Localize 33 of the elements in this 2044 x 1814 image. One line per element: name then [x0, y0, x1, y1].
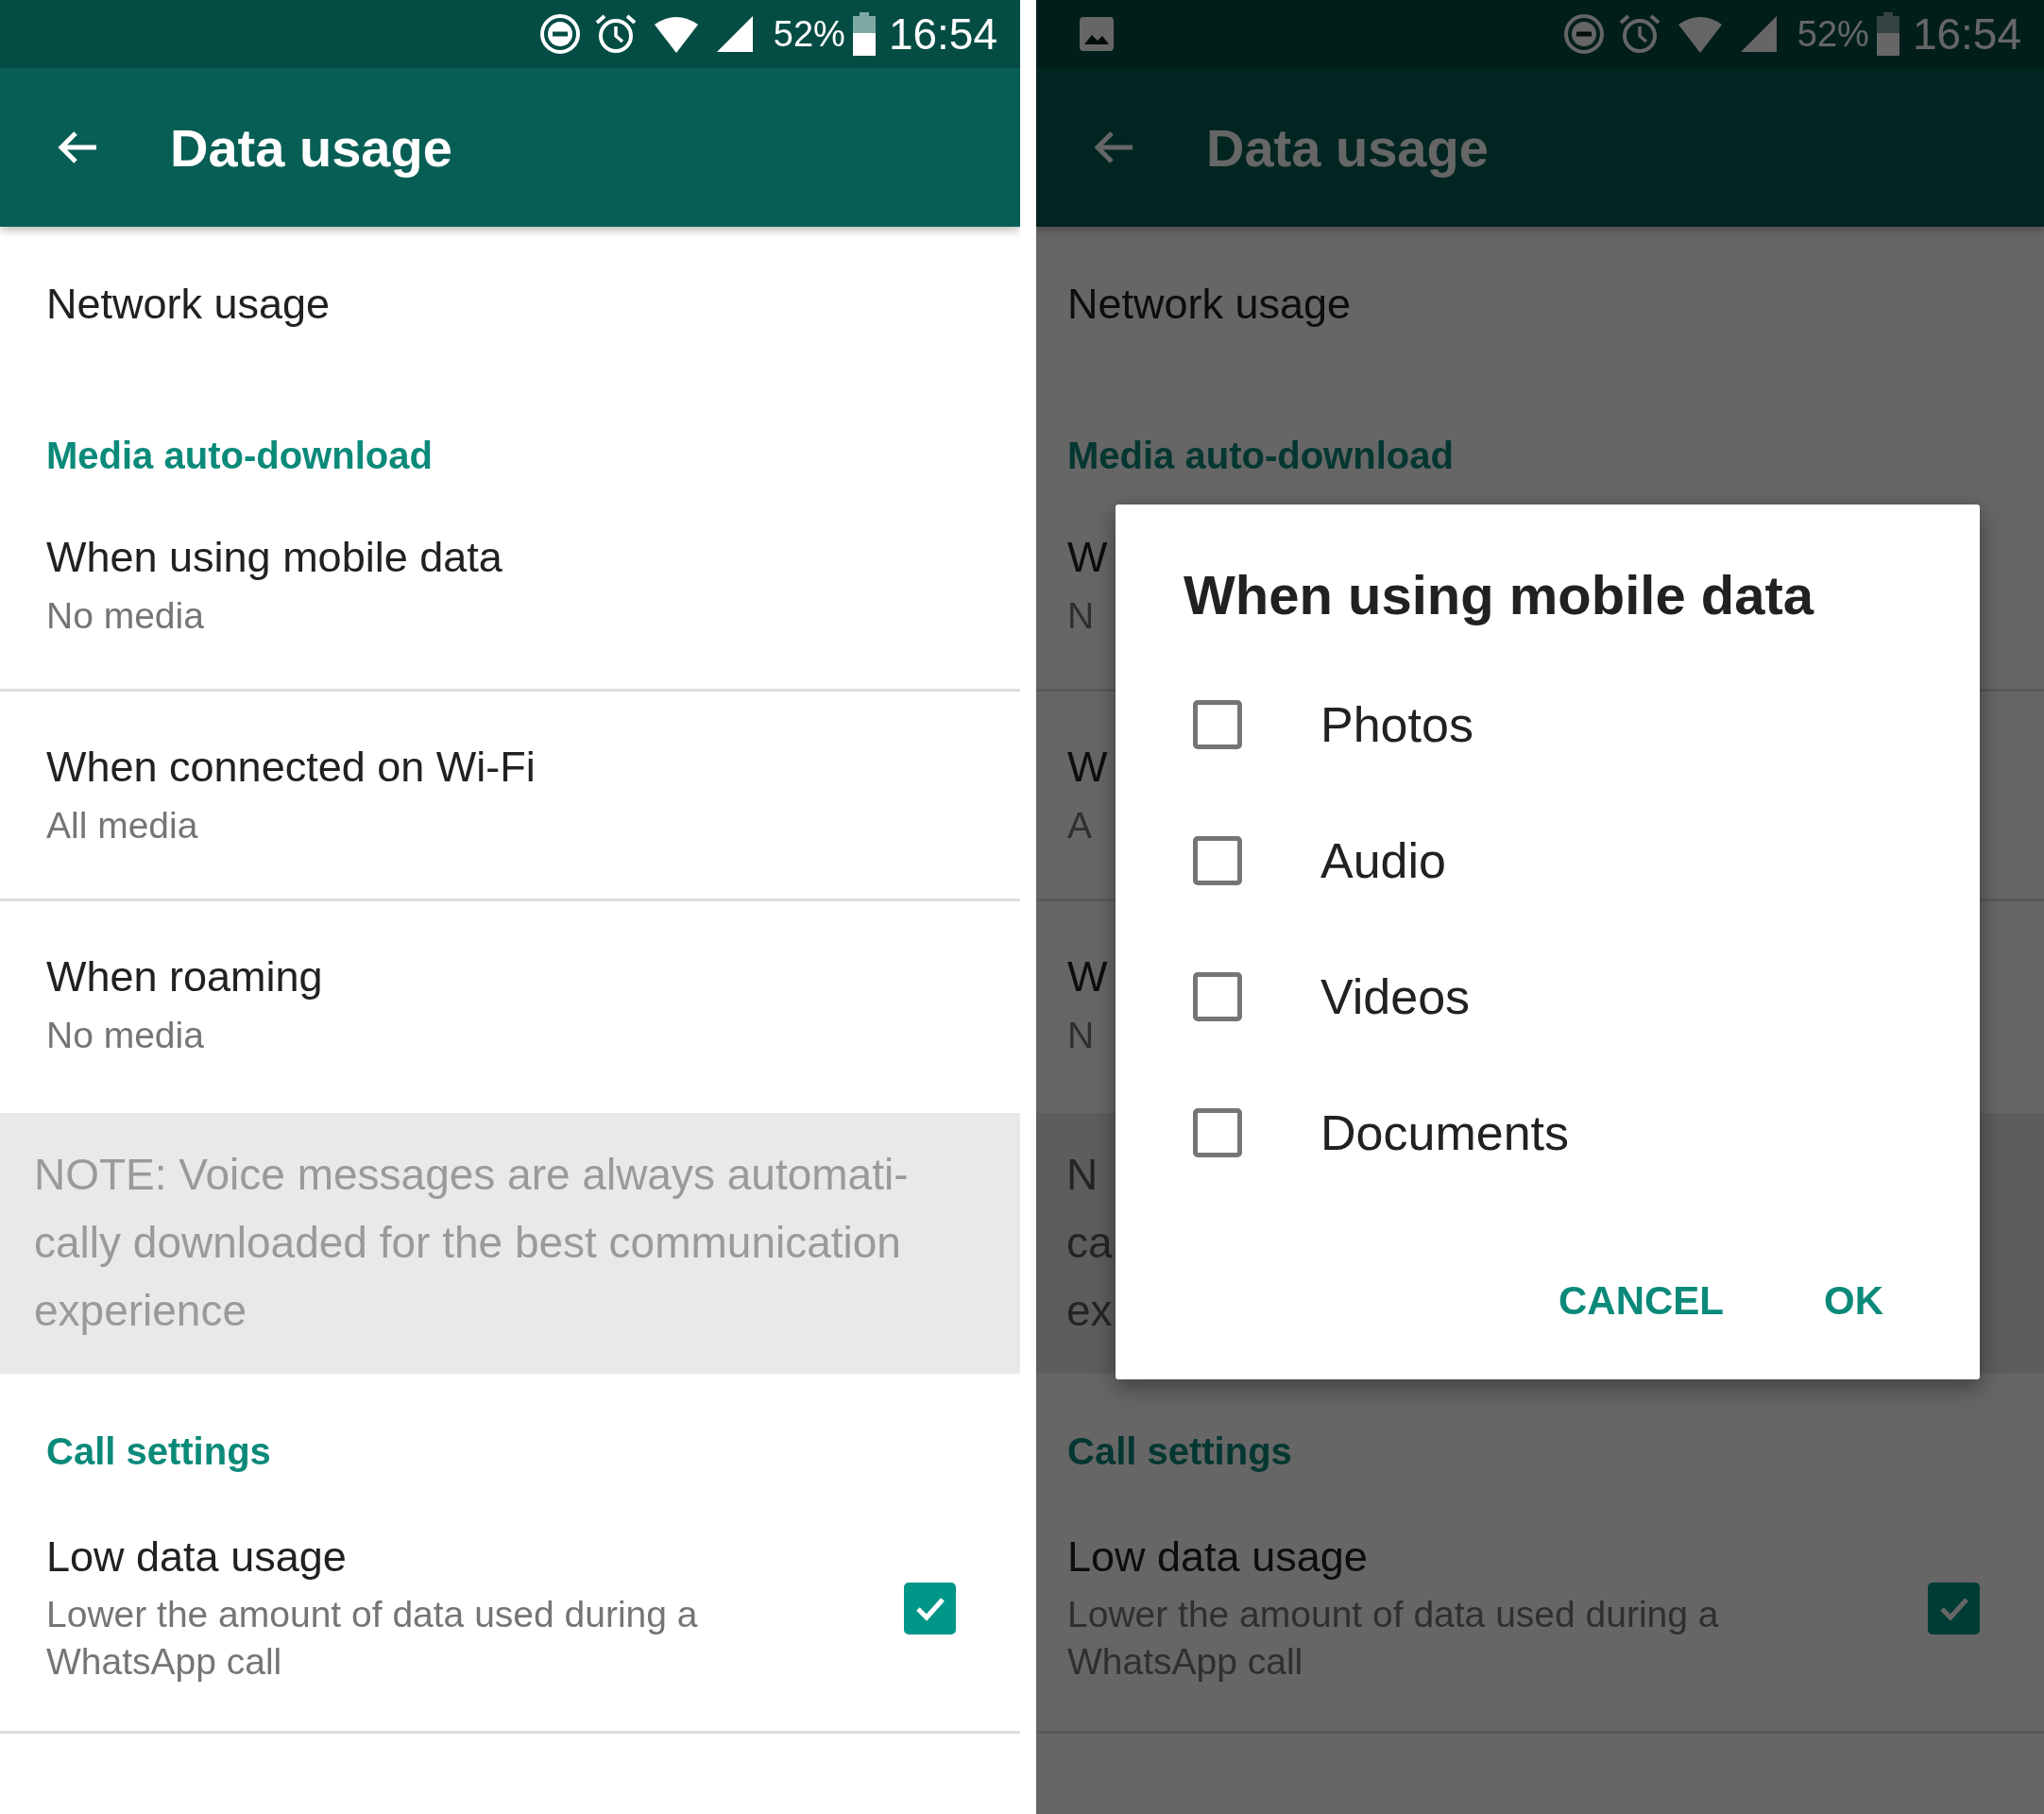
alarm-icon	[1617, 12, 1661, 56]
battery-icon	[1876, 12, 1899, 56]
checkbox-option[interactable]: Audio	[1184, 793, 1902, 929]
settings-item[interactable]: When roaming No media	[0, 901, 1020, 1108]
checkbox-option[interactable]: Videos	[1184, 929, 1902, 1065]
settings-item[interactable]: Low data usage Lower the amount of data used during a WhatsApp call	[0, 1487, 1020, 1734]
battery-icon	[852, 12, 876, 56]
note-text: N ca ex	[1066, 1149, 1113, 1337]
checkbox[interactable]	[1928, 1582, 1980, 1634]
screen-title: Data usage	[170, 116, 452, 179]
clock-time: 16:54	[1912, 9, 2021, 60]
alarm-icon	[593, 12, 638, 56]
section-header: Media auto-download	[1066, 434, 1455, 478]
screen-title: Data usage	[1206, 116, 1489, 179]
image-icon	[1078, 15, 1116, 53]
checkbox-option[interactable]: Photos	[1184, 657, 1902, 793]
section-header: Call settings	[1066, 1429, 1293, 1474]
note-text: NOTE: Voice messages are always automati- cally downloaded for the best communication experience	[34, 1149, 909, 1337]
dialog-button[interactable]: CANCEL	[1540, 1259, 1743, 1343]
dialog-button[interactable]: OK	[1805, 1259, 1902, 1343]
clock-time: 16:54	[888, 9, 997, 60]
dialog-title: When using mobile data	[1184, 563, 1815, 627]
battery-percent: 52%	[1797, 13, 1869, 55]
checkbox[interactable]	[904, 1582, 956, 1634]
section-header: Call settings	[45, 1429, 272, 1474]
settings-item[interactable]: Network usage	[0, 227, 1020, 378]
checkbox-option[interactable]: Documents	[1184, 1065, 1902, 1201]
settings-item[interactable]: When using mobile data No media	[0, 491, 1020, 692]
section-header: Media auto-download	[45, 434, 434, 478]
do-not-disturb-icon	[1562, 13, 1605, 55]
do-not-disturb-icon	[538, 13, 581, 55]
battery-percent: 52%	[773, 13, 845, 55]
settings-item[interactable]: When connected on Wi-Fi All media	[0, 692, 1020, 901]
